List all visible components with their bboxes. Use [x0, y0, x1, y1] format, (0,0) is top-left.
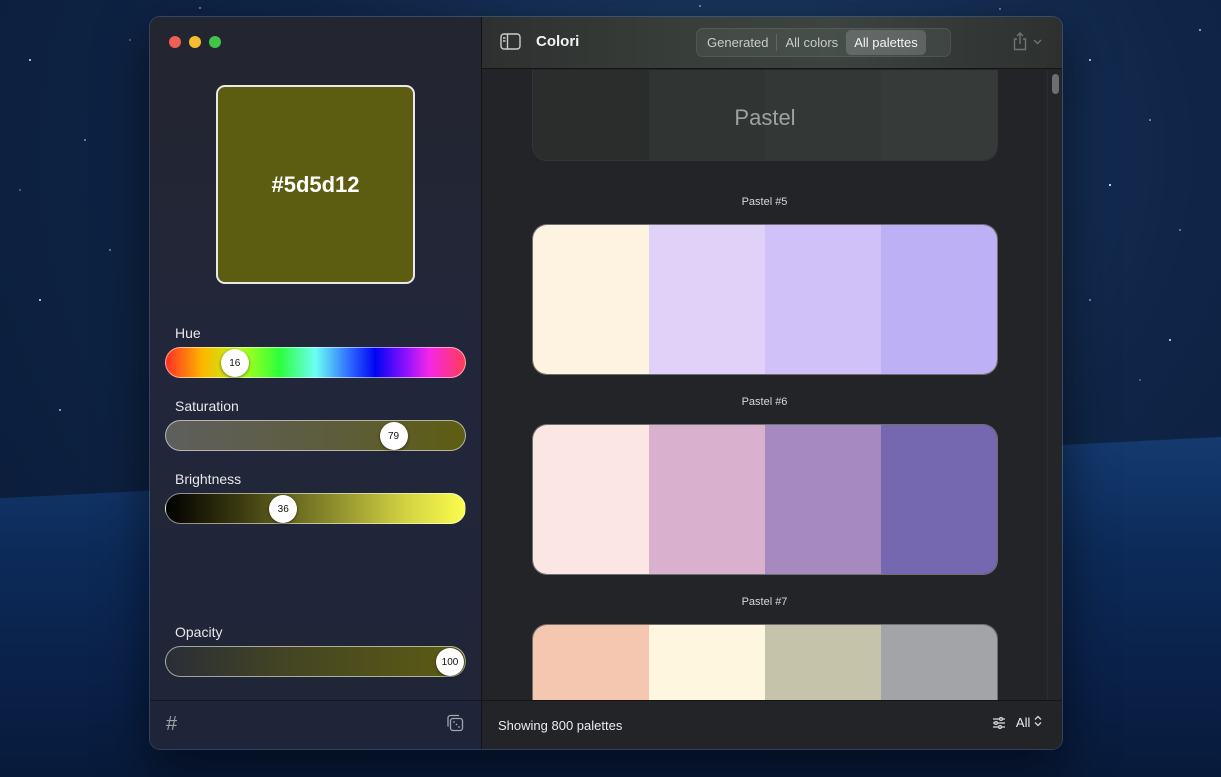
hue-slider[interactable]: 16	[165, 347, 466, 378]
swatch-cell[interactable]	[533, 225, 649, 374]
swatch-cell[interactable]	[765, 225, 881, 374]
close-button[interactable]	[169, 36, 181, 48]
palette-title: Pastel #5	[741, 196, 788, 208]
scrollbar-thumb[interactable]	[1052, 74, 1059, 94]
status-bar: Showing 800 palettes All	[482, 700, 1062, 749]
palette-title: Pastel #6	[741, 396, 788, 408]
main-panel: Colori Generated All colors All palettes	[482, 17, 1062, 749]
minimize-button[interactable]	[189, 36, 201, 48]
swatch-cell[interactable]	[533, 425, 649, 574]
share-button[interactable]	[1012, 32, 1042, 51]
sidebar: #5d5d12 Hue 16 Saturation 79 Brightness …	[150, 17, 482, 749]
saturation-thumb[interactable]: 79	[379, 422, 408, 450]
saturation-label: Saturation	[175, 398, 239, 414]
swatch-cell[interactable]	[881, 625, 997, 700]
app-window: #5d5d12 Hue 16 Saturation 79 Brightness …	[149, 16, 1063, 750]
opacity-thumb[interactable]: 100	[436, 648, 464, 676]
swatch-cell[interactable]	[765, 625, 881, 700]
brightness-label: Brightness	[175, 471, 242, 487]
opacity-label: Opacity	[175, 624, 223, 640]
swatch-cell[interactable]	[649, 425, 765, 574]
category-card[interactable]: Pastel	[532, 70, 998, 161]
filter-select[interactable]: All	[1016, 715, 1042, 730]
app-title: Colori	[536, 33, 580, 50]
chevron-down-icon	[1033, 39, 1042, 44]
swatch-cell[interactable]	[881, 425, 997, 574]
brightness-slider[interactable]: 36	[165, 493, 466, 524]
color-swatch[interactable]: #5d5d12	[216, 85, 415, 284]
swatch-cell[interactable]	[649, 625, 765, 700]
filter-label: All	[1015, 715, 1031, 730]
hash-icon[interactable]: #	[166, 713, 177, 736]
opacity-slider[interactable]: 100	[165, 646, 466, 677]
palette-count: Showing 800 palettes	[498, 718, 623, 733]
palette-card[interactable]	[532, 424, 998, 575]
sidebar-toggle-icon[interactable]	[500, 33, 521, 55]
palette-card[interactable]	[532, 624, 998, 700]
window-controls	[169, 36, 221, 48]
zoom-button[interactable]	[209, 36, 221, 48]
category-name: Pastel	[734, 105, 796, 130]
share-icon	[1013, 32, 1027, 51]
hex-value[interactable]: #5d5d12	[271, 172, 359, 198]
palette-title: Pastel #7	[741, 596, 788, 608]
hue-label: Hue	[175, 325, 201, 341]
sliders-icon[interactable]	[992, 716, 1006, 729]
toolbar: Colori Generated All colors All palettes	[482, 17, 1062, 69]
tab-all-palettes[interactable]: All palettes	[846, 30, 926, 55]
brightness-thumb[interactable]: 36	[269, 495, 298, 523]
dice-icon[interactable]	[446, 714, 464, 737]
chevron-updown-icon	[1034, 715, 1042, 727]
hue-thumb[interactable]: 16	[220, 349, 249, 377]
view-segmented-control: Generated All colors All palettes	[696, 28, 951, 57]
tab-generated[interactable]: Generated	[699, 30, 776, 55]
palette-list: Pastel Pastel #5 Pastel #6 Pastel #7	[482, 70, 1047, 700]
swatch-cell[interactable]	[881, 225, 997, 374]
swatch-cell[interactable]	[533, 625, 649, 700]
palette-card[interactable]	[532, 224, 998, 375]
swatch-cell[interactable]	[765, 425, 881, 574]
sidebar-footer: #	[150, 700, 481, 749]
tab-all-colors[interactable]: All colors	[777, 30, 846, 55]
saturation-slider[interactable]: 79	[165, 420, 466, 451]
scrollbar[interactable]	[1047, 70, 1062, 700]
filter-controls: All	[992, 715, 1042, 730]
swatch-cell[interactable]	[649, 225, 765, 374]
